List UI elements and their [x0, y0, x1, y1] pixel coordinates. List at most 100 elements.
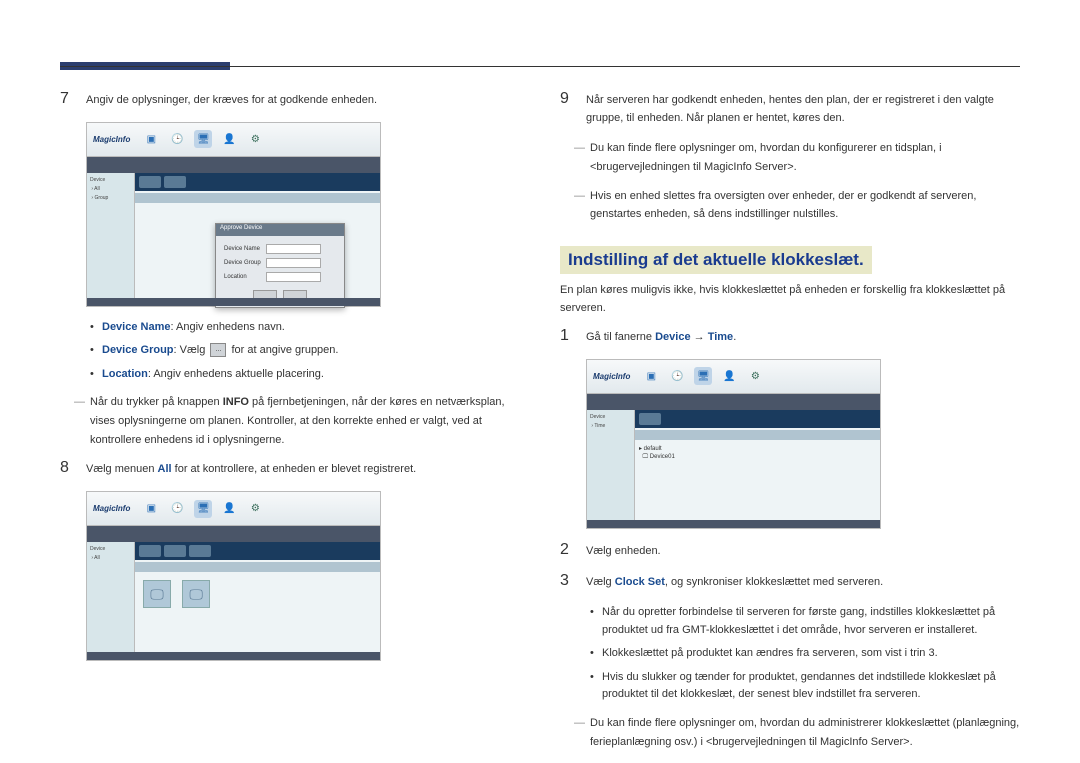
nav-icons: ▣ 🕒 🖥 👤 ⚙: [142, 500, 264, 518]
schedule-icon: 🕒: [168, 130, 186, 148]
bullet: Når du opretter forbindelse til serveren…: [590, 604, 1020, 639]
bullet-device-name: Device Name: Angiv enhedens navn.: [90, 319, 520, 337]
step-2: 2 Vælg enheden.: [560, 541, 1020, 561]
main-panel: Approve Device Device Name Device Group …: [135, 173, 380, 298]
field-label: Location: [224, 274, 266, 280]
main-panel: 🖵 🖵: [135, 542, 380, 652]
nav-icons: ▣ 🕒 🖥 👤 ⚙: [642, 367, 764, 385]
note-schedule-info: Du kan finde flere oplysninger om, hvord…: [560, 139, 1020, 176]
app-logo: MagicInfo: [93, 504, 130, 513]
toolbar: [135, 542, 380, 560]
toolbar-btn: [189, 545, 211, 557]
bullet-location: Location: Angiv enhedens aktuelle placer…: [90, 366, 520, 384]
left-column: 7 Angiv de oplysninger, der kræves for a…: [60, 90, 520, 761]
setting-icon: ⚙: [246, 500, 264, 518]
note-info-button: Når du trykker på knappen INFO på fjernb…: [60, 393, 520, 449]
header-rule: [60, 66, 1020, 67]
device-tree: ▸ default 🖵 Device01: [635, 440, 880, 466]
status-bar: [87, 298, 380, 306]
device-icon: 🖥: [194, 500, 212, 518]
toolbar-btn: [164, 545, 186, 557]
step-8: 8 Vælg menuen All for at kontrollere, at…: [60, 459, 520, 479]
step-number: 7: [60, 90, 74, 110]
app-header: MagicInfo ▣ 🕒 🖥 👤 ⚙: [87, 123, 380, 157]
nav-icons: ▣ 🕒 🖥 👤 ⚙: [142, 130, 264, 148]
section-heading-time: Indstilling af det aktuelle klokkeslæt.: [560, 246, 872, 274]
toolbar-btn: [164, 176, 186, 188]
note-device-delete: Hvis en enhed slettes fra oversigten ove…: [560, 187, 1020, 224]
device-icon: 🖥: [694, 367, 712, 385]
app-logo: MagicInfo: [593, 372, 630, 381]
step-text: Vælg menuen All for at kontrollere, at e…: [86, 459, 520, 479]
sidebar-tree: Device › All › Group: [87, 173, 135, 298]
device-group-input: [266, 258, 321, 268]
device-icon: 🖥: [194, 130, 212, 148]
column-header: [135, 193, 380, 203]
content-icon: ▣: [642, 367, 660, 385]
user-icon: 👤: [220, 500, 238, 518]
toolbar-btn: [139, 545, 161, 557]
toolbar-btn: [139, 176, 161, 188]
step-number: 9: [560, 90, 574, 127]
section-intro: En plan køres muligvis ikke, hvis klokke…: [560, 282, 1020, 317]
step-number: 2: [560, 541, 574, 561]
sub-nav: [587, 394, 880, 410]
right-column: 9 Når serveren har godkendt enheden, hen…: [560, 90, 1020, 761]
step-number: 8: [60, 459, 74, 479]
step-number: 3: [560, 572, 574, 592]
step-1: 1 Gå til fanerne Device → Time.: [560, 327, 1020, 347]
schedule-icon: 🕒: [668, 367, 686, 385]
screenshot-device-time: MagicInfo ▣ 🕒 🖥 👤 ⚙ Device › Time: [586, 359, 881, 529]
device-grid: 🖵 🖵: [135, 572, 380, 616]
app-header: MagicInfo ▣ 🕒 🖥 👤 ⚙: [587, 360, 880, 394]
sub-nav: [87, 526, 380, 542]
group-browse-icon: ...: [210, 343, 226, 357]
main-panel: ▸ default 🖵 Device01: [635, 410, 880, 520]
step-9: 9 Når serveren har godkendt enheden, hen…: [560, 90, 1020, 127]
step-text: Vælg enheden.: [586, 541, 1020, 561]
field-descriptions: Device Name: Angiv enhedens navn. Device…: [60, 319, 520, 384]
selected-device: 🖵 Device01: [642, 454, 674, 460]
bullet-device-group: Device Group: Vælg ... for at angive gru…: [90, 342, 520, 360]
device-thumb: 🖵: [143, 580, 171, 608]
toolbar: [135, 173, 380, 191]
bullet: Hvis du slukker og tænder for produktet,…: [590, 669, 1020, 704]
schedule-icon: 🕒: [168, 500, 186, 518]
setting-icon: ⚙: [246, 130, 264, 148]
device-thumb: 🖵: [182, 580, 210, 608]
dialog-title: Approve Device: [216, 224, 344, 236]
note-time-management: Du kan finde flere oplysninger om, hvord…: [560, 714, 1020, 751]
screenshot-approve-device: MagicInfo ▣ 🕒 🖥 👤 ⚙ Device › All › Group: [86, 122, 381, 307]
toolbar: [635, 410, 880, 428]
column-header: [135, 562, 380, 572]
screenshot-device-list: MagicInfo ▣ 🕒 🖥 👤 ⚙ Device › All: [86, 491, 381, 661]
app-logo: MagicInfo: [93, 135, 130, 144]
approve-dialog: Approve Device Device Name Device Group …: [215, 223, 345, 308]
sidebar-tree: Device › Time: [587, 410, 635, 520]
toolbar-btn: [639, 413, 661, 425]
field-label: Device Name: [224, 246, 266, 252]
sidebar-tree: Device › All: [87, 542, 135, 652]
content-icon: ▣: [142, 500, 160, 518]
sub-nav: [87, 157, 380, 173]
status-bar: [587, 520, 880, 528]
step-text: Når serveren har godkendt enheden, hente…: [586, 90, 1020, 127]
column-header: [635, 430, 880, 440]
status-bar: [87, 652, 380, 660]
step-text: Vælg Clock Set, og synkroniser klokkeslæ…: [586, 572, 1020, 592]
content-icon: ▣: [142, 130, 160, 148]
device-name-input: [266, 244, 321, 254]
user-icon: 👤: [720, 367, 738, 385]
field-label: Device Group: [224, 260, 266, 266]
setting-icon: ⚙: [746, 367, 764, 385]
step-7: 7 Angiv de oplysninger, der kræves for a…: [60, 90, 520, 110]
app-header: MagicInfo ▣ 🕒 🖥 👤 ⚙: [87, 492, 380, 526]
step-text: Angiv de oplysninger, der kræves for at …: [86, 90, 520, 110]
location-input: [266, 272, 321, 282]
clock-notes: Når du opretter forbindelse til serveren…: [560, 604, 1020, 704]
step-number: 1: [560, 327, 574, 347]
step-text: Gå til fanerne Device → Time.: [586, 327, 1020, 347]
user-icon: 👤: [220, 130, 238, 148]
step-3: 3 Vælg Clock Set, og synkroniser klokkes…: [560, 572, 1020, 592]
bullet: Klokkeslættet på produktet kan ændres fr…: [590, 645, 1020, 663]
